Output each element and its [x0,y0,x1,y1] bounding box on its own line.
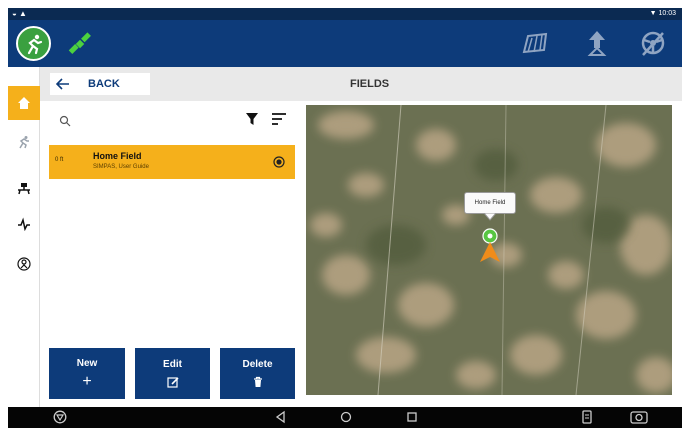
tower-icon[interactable] [582,28,612,58]
trash-icon [253,376,262,387]
field-location-pin-icon[interactable] [478,228,502,264]
field-name: Home Field [93,151,142,161]
app-header [8,20,682,67]
home-icon [18,97,30,109]
app-logo-button[interactable] [16,26,51,61]
sidebar-item-implement[interactable] [8,171,40,205]
status-icons: ◒ ▲ [12,9,27,18]
screenshot-camera-icon[interactable] [630,410,648,424]
sort-icon[interactable] [271,112,287,126]
nav-recents-icon[interactable] [405,410,419,424]
delete-button-label: Delete [242,359,273,370]
new-field-button[interactable]: New + [49,348,125,399]
field-distance: 0 ft [55,157,64,163]
sidebar-item-settings[interactable] [8,247,40,281]
fields-topbar: BACK FIELDS [40,67,682,101]
field-map[interactable]: Home Field [306,105,672,395]
settings-icon [17,257,31,271]
delete-field-button[interactable]: Delete [220,348,295,399]
back-button[interactable]: BACK [50,73,150,95]
system-nav-bar [8,407,682,428]
back-label: BACK [88,78,120,90]
back-arrow-icon [56,78,69,90]
list-item[interactable]: 0 ft Home Field SIMPAS, User Guide [49,145,295,179]
page-title: FIELDS [350,78,390,90]
radio-selected-icon[interactable] [273,156,285,168]
satellite-icon[interactable] [66,30,94,58]
sidebar [8,67,40,407]
device-icon[interactable] [580,410,594,424]
sidebar-item-home[interactable] [8,86,40,120]
brand-logo-icon[interactable] [53,410,67,424]
sidebar-item-operator[interactable] [8,125,40,159]
diagnostics-icon [18,217,30,231]
edit-button-label: Edit [163,359,182,370]
field-boundary-icon[interactable] [520,28,550,58]
edit-icon [166,377,179,388]
tooltip-pointer-icon [483,213,497,221]
sidebar-item-diagnostics[interactable] [8,207,40,241]
status-time: ▼ 10:03 [649,10,676,17]
field-subtitle: SIMPAS, User Guide [93,164,149,170]
operator-icon [19,136,29,149]
map-tooltip-label: Home Field [474,200,506,206]
search-input[interactable] [49,105,295,139]
filter-icon[interactable] [245,112,259,126]
field-list-panel: 0 ft Home Field SIMPAS, User Guide [49,105,295,337]
new-button-label: New [76,358,98,369]
implement-icon [18,183,30,195]
steering-wheel-icon[interactable] [638,28,668,58]
nav-home-icon[interactable] [339,410,353,424]
map-tooltip: Home Field [464,192,516,214]
search-icon [59,115,71,127]
edit-field-button[interactable]: Edit [135,348,210,399]
nav-back-icon[interactable] [274,410,288,424]
tractor-figure-icon [27,34,42,54]
plus-icon: + [82,373,92,390]
status-bar: ◒ ▲ ▼ 10:03 [8,8,682,20]
